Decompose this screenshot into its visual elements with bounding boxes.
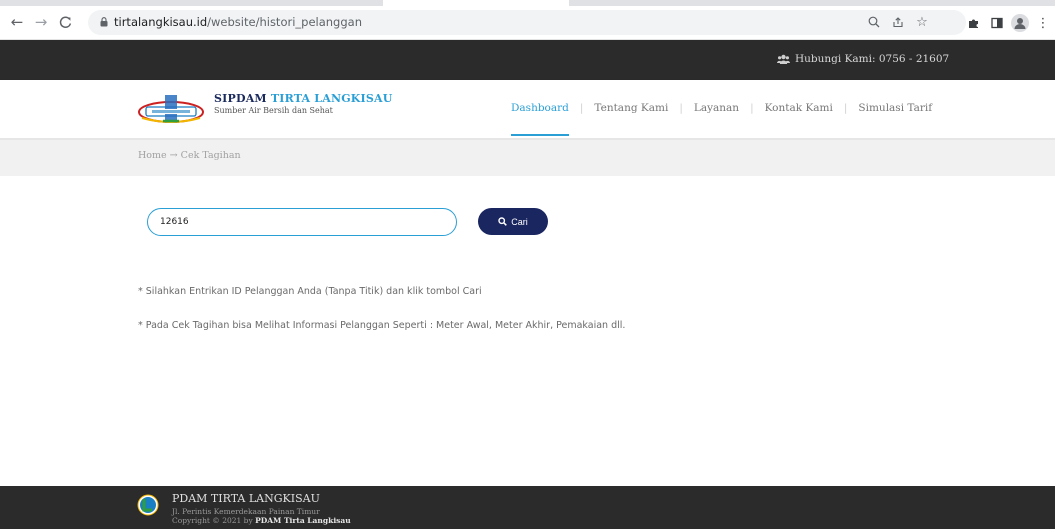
nav-separator: | (579, 102, 584, 114)
nav-kontak-kami[interactable]: Kontak Kami (765, 102, 833, 114)
footer-title: PDAM TIRTA LANGKISAU (172, 492, 320, 505)
users-icon (777, 54, 790, 64)
forward-icon[interactable]: → (32, 13, 50, 31)
instruction-note: * Silahkan Entrikan ID Pelanggan Anda (T… (138, 286, 482, 297)
breadcrumb: Home → Cek Tagihan (138, 150, 241, 161)
nav-dashboard[interactable]: Dashboard (511, 102, 569, 136)
nav-separator: | (843, 102, 848, 114)
breadcrumb-current: Cek Tagihan (180, 150, 241, 161)
brand-name[interactable]: SIPDAM TIRTA LANGKISAU (214, 92, 393, 105)
footer-copyright-owner[interactable]: PDAM Tirta Langkisau (255, 516, 351, 525)
search-button[interactable]: Cari (478, 208, 548, 235)
address-bar[interactable]: tirtalangkisau.id/website/histori_pelang… (88, 10, 966, 35)
profile-avatar-icon[interactable] (1011, 14, 1029, 32)
search-icon (498, 217, 508, 226)
nav-layanan[interactable]: Layanan (694, 102, 739, 114)
search-button-label: Cari (511, 216, 528, 227)
breadcrumb-arrow-icon: → (169, 150, 178, 161)
browser-menu-icon[interactable]: ⋮ (1035, 15, 1051, 31)
share-icon[interactable] (890, 14, 906, 30)
extensions-puzzle-icon[interactable] (966, 15, 982, 31)
brand: SIPDAM TIRTA LANGKISAU Sumber Air Bersih… (214, 92, 393, 115)
address-url: tirtalangkisau.id/website/histori_pelang… (114, 15, 362, 29)
contact-info: Hubungi Kami: 0756 - 21607 (777, 53, 949, 65)
contact-text: Hubungi Kami: 0756 - 21607 (795, 53, 950, 65)
footer-address: Jl. Perintis Kemerdekaan Painan Timur (172, 507, 320, 516)
site-top-bar: Hubungi Kami: 0756 - 21607 (0, 40, 1055, 80)
footer-logo (137, 494, 159, 516)
nav-tentang-kami[interactable]: Tentang Kami (594, 102, 668, 114)
bookmark-star-icon[interactable]: ☆ (914, 14, 930, 30)
breadcrumb-bar: Home → Cek Tagihan (0, 140, 1055, 176)
footer-copyright: Copyright © 2021 by PDAM Tirta Langkisau (172, 516, 351, 525)
nav-separator: | (679, 102, 683, 114)
brand-tagline: Sumber Air Bersih dan Sehat (214, 106, 333, 115)
nav-separator: | (750, 102, 754, 114)
nav-simulasi-tarif[interactable]: Simulasi Tarif (858, 102, 932, 114)
info-note: * Pada Cek Tagihan bisa Melihat Informas… (138, 320, 626, 331)
lock-icon[interactable] (100, 17, 108, 27)
reload-icon[interactable] (56, 13, 74, 31)
site-header: SIPDAM TIRTA LANGKISAU Sumber Air Bersih… (0, 80, 1055, 140)
pdam-logo[interactable] (138, 94, 204, 124)
customer-id-input[interactable] (147, 208, 457, 236)
site-footer: PDAM TIRTA LANGKISAU Jl. Perintis Kemerd… (0, 486, 1055, 529)
side-panel-icon[interactable] (989, 15, 1005, 31)
back-icon[interactable]: ← (8, 13, 26, 31)
main-nav: Dashboard | Tentang Kami | Layanan | Kon… (511, 102, 932, 136)
breadcrumb-home[interactable]: Home (138, 150, 167, 161)
browser-toolbar: ← → tirtalangkisau.id/website/histori_pe… (0, 6, 1055, 40)
zoom-icon[interactable] (866, 14, 882, 30)
